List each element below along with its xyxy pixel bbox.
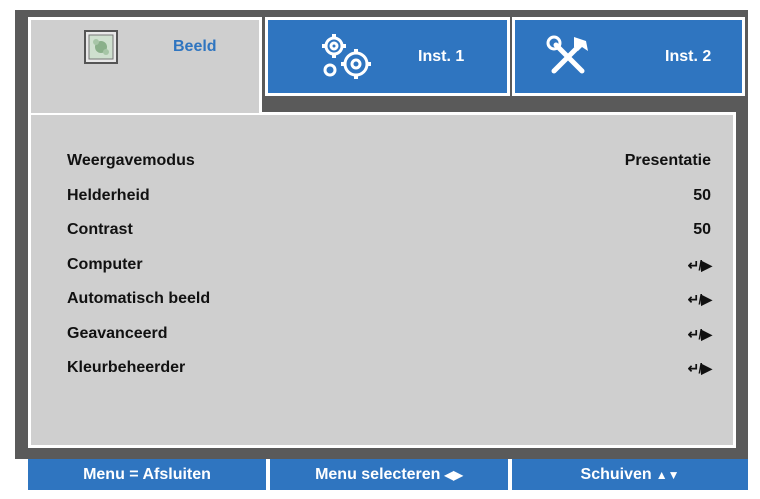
menu-item-automatisch-beeld[interactable]: Automatisch beeld ↵/▶ — [67, 287, 712, 311]
tab-label: Inst. 1 — [418, 47, 465, 65]
menu-item-value: 50 — [693, 187, 711, 204]
tab-beeld[interactable]: Beeld — [28, 17, 262, 113]
menu-item-helderheid[interactable]: Helderheid 50 — [67, 184, 711, 208]
picture-icon — [83, 29, 119, 65]
enter-submenu-icon: ↵/▶ — [687, 256, 712, 273]
enter-submenu-icon: ↵/▶ — [687, 290, 712, 307]
tab-label: Inst. 2 — [665, 47, 712, 65]
menu-item-label: Helderheid — [67, 187, 150, 204]
menu-item-label: Kleurbeheerder — [67, 359, 186, 376]
enter-submenu-icon: ↵/▶ — [687, 325, 712, 342]
gears-icon — [316, 32, 376, 82]
menu-item-contrast[interactable]: Contrast 50 — [67, 218, 711, 242]
menu-item-label: Geavanceerd — [67, 325, 168, 342]
enter-submenu-icon: ↵/▶ — [687, 359, 712, 376]
menu-item-label: Contrast — [67, 221, 133, 238]
tools-icon — [543, 32, 593, 82]
menu-panel: Weergavemodus Presentatie Helderheid 50 … — [28, 112, 736, 448]
tab-inst-2[interactable]: Inst. 2 — [512, 17, 745, 96]
footer-select-hint: Menu selecteren ◀▶ — [270, 459, 508, 490]
tab-inst-1[interactable]: Inst. 1 — [265, 17, 510, 96]
menu-item-value: 50 — [693, 221, 711, 238]
footer-scroll-hint: Schuiven ▲▼ — [512, 459, 748, 490]
footer-scroll-label: Schuiven — [580, 465, 652, 483]
menu-item-computer[interactable]: Computer ↵/▶ — [67, 253, 712, 277]
footer-exit-label: Menu = Afsluiten — [83, 465, 211, 483]
footer-exit-hint: Menu = Afsluiten — [28, 459, 266, 490]
left-right-arrows-icon: ◀▶ — [444, 467, 463, 482]
menu-item-label: Computer — [67, 256, 143, 273]
tab-label: Beeld — [173, 37, 217, 55]
menu-item-value: Presentatie — [624, 152, 711, 169]
menu-item-label: Weergavemodus — [67, 152, 195, 169]
menu-item-weergavemodus[interactable]: Weergavemodus Presentatie — [67, 149, 711, 173]
menu-item-kleurbeheerder[interactable]: Kleurbeheerder ↵/▶ — [67, 356, 712, 380]
footer-select-label: Menu selecteren — [315, 465, 441, 483]
menu-item-label: Automatisch beeld — [67, 290, 211, 307]
up-down-arrows-icon: ▲▼ — [655, 467, 680, 482]
menu-item-geavanceerd[interactable]: Geavanceerd ↵/▶ — [67, 322, 712, 346]
